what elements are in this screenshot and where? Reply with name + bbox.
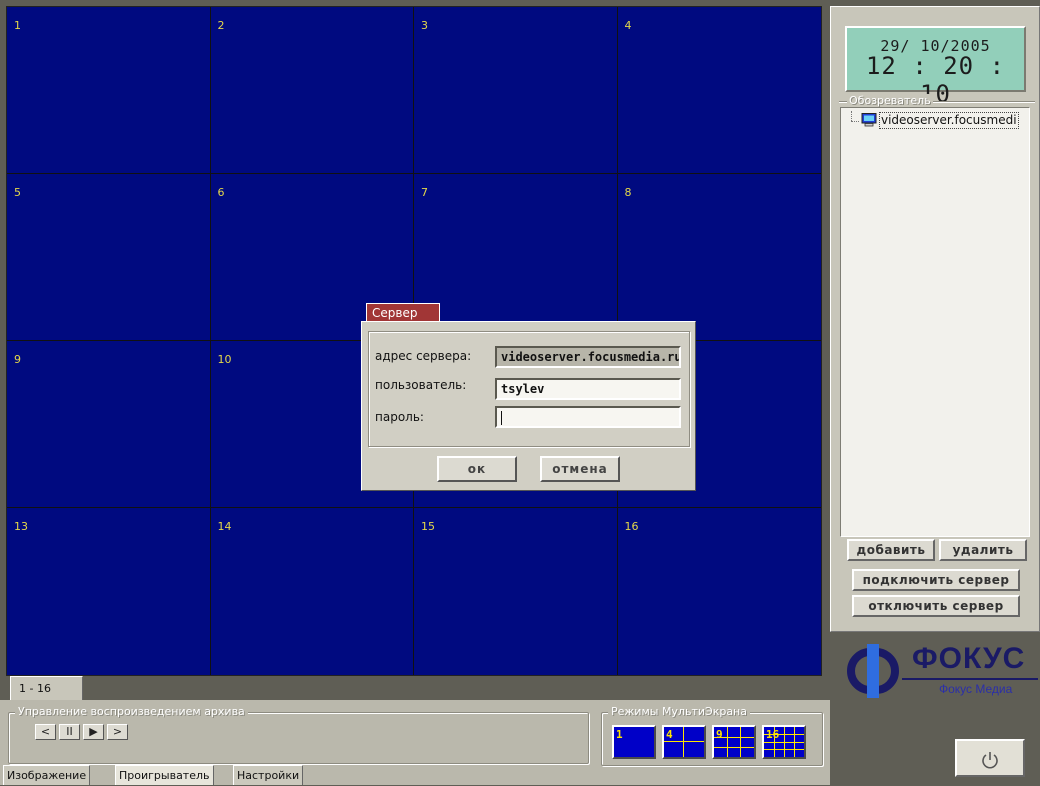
remove-button[interactable]: удалить: [939, 539, 1027, 561]
right-panel: 29/ 10/2005 12 : 20 : 10 Обозреватель vi…: [830, 6, 1040, 632]
power-icon: [982, 751, 998, 768]
server-dialog: адрес сервера: videoserver.focusmedia.ru…: [361, 321, 696, 491]
video-cell[interactable]: 16: [618, 508, 822, 675]
mode-1-button[interactable]: 1: [612, 725, 656, 759]
tab-settings[interactable]: Настройки: [233, 765, 304, 785]
computer-icon: [861, 113, 877, 127]
add-button[interactable]: добавить: [847, 539, 935, 561]
tree-connector: [851, 111, 852, 121]
tab-player[interactable]: Проигрыватель: [115, 765, 214, 785]
clock-display: 29/ 10/2005 12 : 20 : 10: [845, 26, 1026, 108]
video-cell[interactable]: 2: [210, 7, 414, 174]
mode-9-button[interactable]: 9: [712, 725, 756, 759]
mode-1-label: 1: [616, 728, 623, 741]
logo-subtitle: Фокус Медиа: [939, 682, 1013, 696]
server-address-label: адрес сервера:: [375, 349, 472, 363]
server-tree[interactable]: videoserver.focusmedi: [840, 107, 1030, 537]
password-label: пароль:: [375, 410, 424, 424]
next-icon: >: [112, 725, 123, 738]
username-label: пользователь:: [375, 378, 467, 392]
video-cell[interactable]: 14: [211, 508, 414, 675]
username-input[interactable]: tsylev: [495, 378, 681, 400]
play-icon: ▶: [89, 725, 98, 738]
logo-name: ФОКУС: [912, 642, 1026, 675]
video-cell[interactable]: 5: [7, 174, 211, 341]
pause-button[interactable]: II: [59, 724, 80, 740]
next-button[interactable]: >: [107, 724, 128, 740]
page-range-tab[interactable]: 1 - 16: [10, 676, 83, 700]
mode-16-button[interactable]: 16: [762, 725, 806, 759]
power-button[interactable]: [955, 739, 1025, 777]
focus-media-logo: ФОКУС Фокус Медиа: [842, 642, 1040, 700]
browser-legend: Обозреватель: [847, 94, 933, 107]
archive-playback-legend: Управление воспроизведением архива: [15, 705, 248, 718]
video-cell[interactable]: 15: [414, 508, 618, 675]
logo-emblem-icon: [847, 644, 899, 698]
cancel-button[interactable]: отмена: [540, 456, 620, 482]
previous-button[interactable]: <: [35, 724, 56, 740]
archive-playback-group: Управление воспроизведением архива < II …: [8, 705, 589, 764]
previous-icon: <: [40, 725, 51, 738]
tree-connector: [851, 121, 859, 122]
disconnect-server-button[interactable]: отключить сервер: [852, 595, 1020, 617]
multiscreen-modes-group: Режимы МультиЭкрана 1 4 9 16: [601, 705, 823, 766]
connect-server-button[interactable]: подключить сервер: [852, 569, 1020, 591]
logo-underline: [902, 678, 1038, 680]
dialog-fields-group: адрес сервера: videoserver.focusmedia.ru…: [368, 331, 690, 447]
mode-4-label: 4: [666, 728, 673, 741]
video-cell[interactable]: 13: [7, 508, 211, 675]
multiscreen-legend: Режимы МультиЭкрана: [608, 705, 750, 718]
video-cell[interactable]: 3: [414, 7, 618, 174]
mode-4-button[interactable]: 4: [662, 725, 706, 759]
dialog-title: Сервер: [366, 303, 440, 321]
pause-icon: II: [66, 725, 73, 738]
text-caret: [501, 410, 502, 425]
tree-item-label[interactable]: videoserver.focusmedi: [879, 112, 1019, 129]
video-cell[interactable]: 8: [617, 174, 821, 341]
ok-button[interactable]: ок: [437, 456, 517, 482]
video-cell[interactable]: 4: [617, 7, 821, 174]
video-cell[interactable]: 7: [414, 174, 618, 341]
video-cell[interactable]: 1: [7, 7, 211, 174]
server-address-input[interactable]: videoserver.focusmedia.ru: [495, 346, 681, 368]
video-cell[interactable]: 9: [7, 341, 211, 508]
password-input[interactable]: [495, 406, 681, 428]
tab-image[interactable]: Изображение: [3, 765, 91, 785]
play-button[interactable]: ▶: [83, 724, 104, 740]
mode-9-label: 9: [716, 728, 723, 741]
